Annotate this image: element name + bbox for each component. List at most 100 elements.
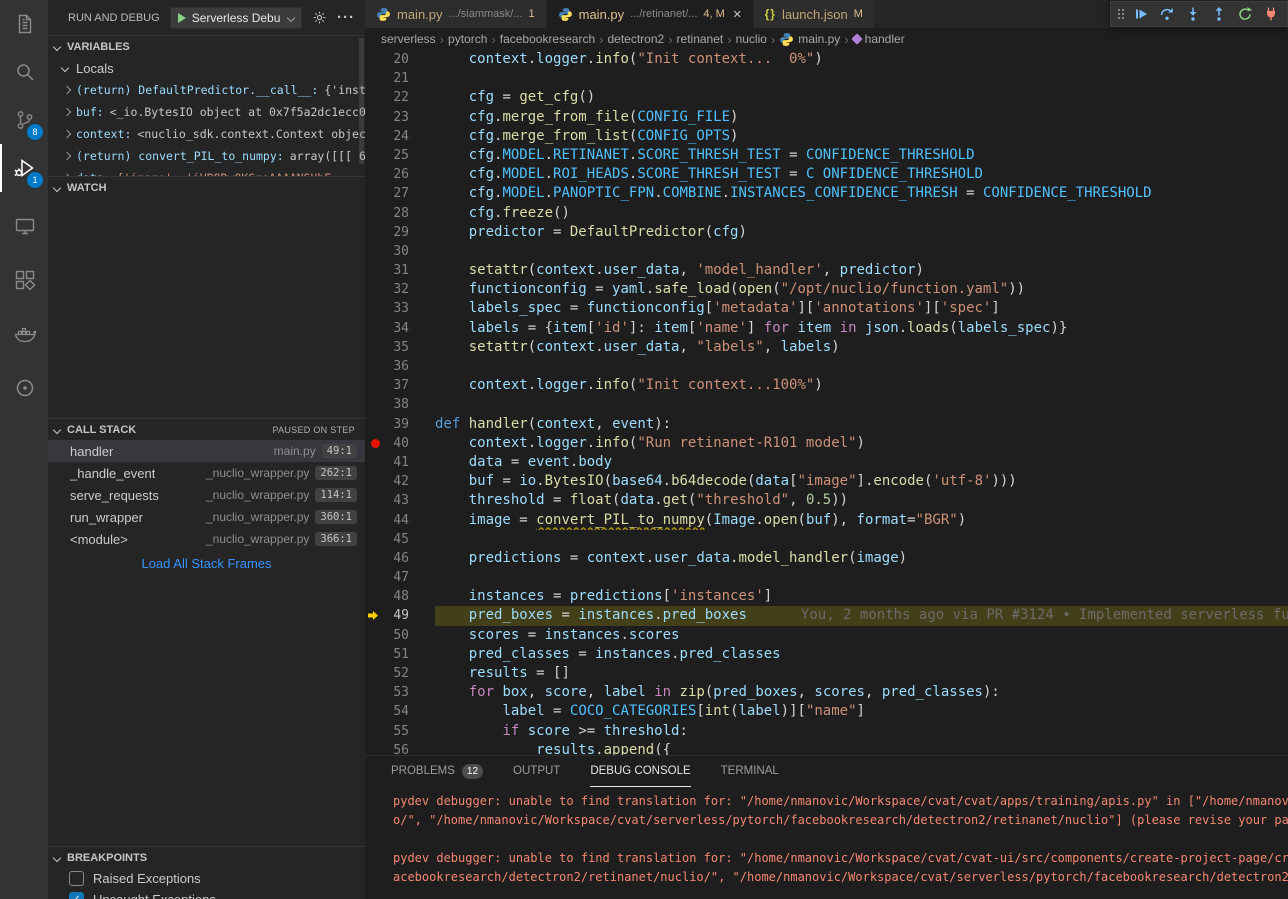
disconnect-button[interactable] <box>1258 2 1284 26</box>
variable-row[interactable]: context:<nuclio_sdk.context.Context obje… <box>48 123 365 145</box>
breakpoints-section-header[interactable]: BREAKPOINTS <box>48 846 365 868</box>
close-icon[interactable]: × <box>733 7 742 22</box>
gutter[interactable]: 22 <box>365 88 435 107</box>
code-text[interactable]: setattr(context.user_data, 'model_handle… <box>435 261 1288 280</box>
gear-icon[interactable] <box>312 10 327 25</box>
code-text[interactable]: results = [] <box>435 664 1288 683</box>
code-text[interactable] <box>435 69 1288 88</box>
activity-item-source-control[interactable]: 8 <box>0 96 48 144</box>
variables-section-header[interactable]: VARIABLES <box>48 35 365 57</box>
code-text[interactable]: label = COCO_CATEGORIES[int(label)]["nam… <box>435 702 1288 721</box>
code-text[interactable] <box>435 357 1288 376</box>
code-text[interactable]: context.logger.info("Init context...100%… <box>435 376 1288 395</box>
start-debug-icon[interactable] <box>178 13 186 23</box>
gutter[interactable]: 44 <box>365 511 435 530</box>
code-text[interactable] <box>435 242 1288 261</box>
restart-button[interactable] <box>1232 2 1258 26</box>
activity-item-run-and-debug[interactable]: 1 <box>0 144 48 192</box>
gutter[interactable]: 26 <box>365 165 435 184</box>
breadcrumb-item-serverless[interactable]: serverless <box>381 32 436 46</box>
gutter[interactable]: 36 <box>365 357 435 376</box>
stack-frame[interactable]: handlermain.py49:1 <box>48 440 365 462</box>
code-text[interactable]: cfg.MODEL.PANOPTIC_FPN.COMBINE.INSTANCES… <box>435 184 1288 203</box>
code-text[interactable]: pred_classes = instances.pred_classes <box>435 645 1288 664</box>
code-text[interactable]: setattr(context.user_data, "labels", lab… <box>435 338 1288 357</box>
continue-button[interactable] <box>1128 2 1154 26</box>
breadcrumb-item-handler[interactable]: handler <box>853 32 905 46</box>
variable-row[interactable]: data:{'image': 'iVBORw0KGgoAAAANSUhE… <box>48 167 365 176</box>
checkbox[interactable] <box>69 871 84 886</box>
scope-locals[interactable]: Locals <box>48 57 365 79</box>
more-actions-icon[interactable]: ··· <box>337 10 355 25</box>
code-text[interactable]: labels_spec = functionconfig['metadata']… <box>435 299 1288 318</box>
code-text[interactable]: predictor = DefaultPredictor(cfg) <box>435 223 1288 242</box>
breadcrumb-item-detectron2[interactable]: detectron2 <box>607 32 664 46</box>
code-text[interactable]: context.logger.info("Init context... 0%"… <box>435 50 1288 69</box>
editor-tab-main-py[interactable]: main.py.../retinanet/...4, M× <box>547 0 754 28</box>
gutter[interactable]: 53 <box>365 683 435 702</box>
variable-row[interactable]: (return) DefaultPredictor.__call__:{'ins… <box>48 79 365 101</box>
code-text[interactable] <box>435 568 1288 587</box>
gutter[interactable]: 40 <box>365 434 435 453</box>
code-text[interactable]: def handler(context, event): <box>435 415 1288 434</box>
activity-item-search[interactable] <box>0 48 48 96</box>
gutter[interactable]: 56 <box>365 741 435 755</box>
gutter[interactable]: 41 <box>365 453 435 472</box>
step-out-button[interactable] <box>1206 2 1232 26</box>
breadcrumb-item-nuclio[interactable]: nuclio <box>736 32 767 46</box>
code-text[interactable]: threshold = float(data.get("threshold", … <box>435 491 1288 510</box>
gutter[interactable]: 49 <box>365 606 435 625</box>
breakpoint-item[interactable]: ✓Uncaught Exceptions <box>48 889 365 899</box>
breadcrumb-item-facebookresearch[interactable]: facebookresearch <box>500 32 595 46</box>
gutter[interactable]: 55 <box>365 722 435 741</box>
gutter[interactable]: 38 <box>365 395 435 414</box>
checkbox[interactable]: ✓ <box>69 892 84 899</box>
stack-frame[interactable]: <module>_nuclio_wrapper.py366:1 <box>48 528 365 550</box>
gutter[interactable]: 48 <box>365 587 435 606</box>
code-text[interactable]: cfg.MODEL.ROI_HEADS.SCORE_THRESH_TEST = … <box>435 165 1288 184</box>
gutter[interactable]: 25 <box>365 146 435 165</box>
call-stack-section-header[interactable]: CALL STACK PAUSED ON STEP <box>48 418 365 440</box>
gutter[interactable]: 39 <box>365 415 435 434</box>
gutter[interactable]: 31 <box>365 261 435 280</box>
step-into-button[interactable] <box>1180 2 1206 26</box>
debug-console-output[interactable]: pydev debugger: unable to find translati… <box>365 787 1288 899</box>
gutter[interactable]: 27 <box>365 184 435 203</box>
activity-item-remote-explorer[interactable] <box>0 202 48 250</box>
variable-row[interactable]: buf:<_io.BytesIO object at 0x7f5a2dc1ecc… <box>48 101 365 123</box>
gutter[interactable]: 42 <box>365 472 435 491</box>
watch-section-header[interactable]: WATCH <box>48 176 365 198</box>
variable-row[interactable]: (return) convert_PIL_to_numpy:array([[[ … <box>48 145 365 167</box>
gutter[interactable]: 23 <box>365 108 435 127</box>
activity-item-docker[interactable] <box>0 310 48 358</box>
code-text[interactable]: cfg = get_cfg() <box>435 88 1288 107</box>
code-text[interactable]: cfg.merge_from_file(CONFIG_FILE) <box>435 108 1288 127</box>
breakpoint-item[interactable]: Raised Exceptions <box>48 868 365 889</box>
gutter[interactable]: 33 <box>365 299 435 318</box>
code-text[interactable]: labels = {item['id']: item['name'] for i… <box>435 319 1288 338</box>
code-text[interactable]: cfg.MODEL.RETINANET.SCORE_THRESH_TEST = … <box>435 146 1288 165</box>
code-text[interactable]: cfg.merge_from_list(CONFIG_OPTS) <box>435 127 1288 146</box>
gutter[interactable]: 21 <box>365 69 435 88</box>
breadcrumb-item-main-py[interactable]: main.py <box>779 32 840 47</box>
sidebar-scrollbar[interactable] <box>359 38 364 164</box>
toolbar-drag-handle[interactable] <box>1114 6 1128 22</box>
panel-tab-problems[interactable]: PROBLEMS12 <box>391 756 483 787</box>
code-text[interactable]: data = event.body <box>435 453 1288 472</box>
code-text[interactable]: context.logger.info("Run retinanet-R101 … <box>435 434 1288 453</box>
activity-item-jupyter[interactable] <box>0 364 48 412</box>
code-text[interactable]: cfg.freeze() <box>435 204 1288 223</box>
gutter[interactable]: 37 <box>365 376 435 395</box>
code-text[interactable]: image = convert_PIL_to_numpy(Image.open(… <box>435 511 1288 530</box>
code-area[interactable]: 20 context.logger.info("Init context... … <box>365 50 1288 755</box>
editor-tab-launch-json[interactable]: {}launch.jsonM <box>754 0 875 28</box>
breadcrumb-item-retinanet[interactable]: retinanet <box>677 32 724 46</box>
gutter[interactable]: 52 <box>365 664 435 683</box>
gutter[interactable]: 29 <box>365 223 435 242</box>
gutter[interactable]: 46 <box>365 549 435 568</box>
activity-item-extensions[interactable] <box>0 256 48 304</box>
code-text[interactable] <box>435 530 1288 549</box>
code-text[interactable]: instances = predictions['instances'] <box>435 587 1288 606</box>
gutter[interactable]: 28 <box>365 204 435 223</box>
gutter[interactable]: 24 <box>365 127 435 146</box>
